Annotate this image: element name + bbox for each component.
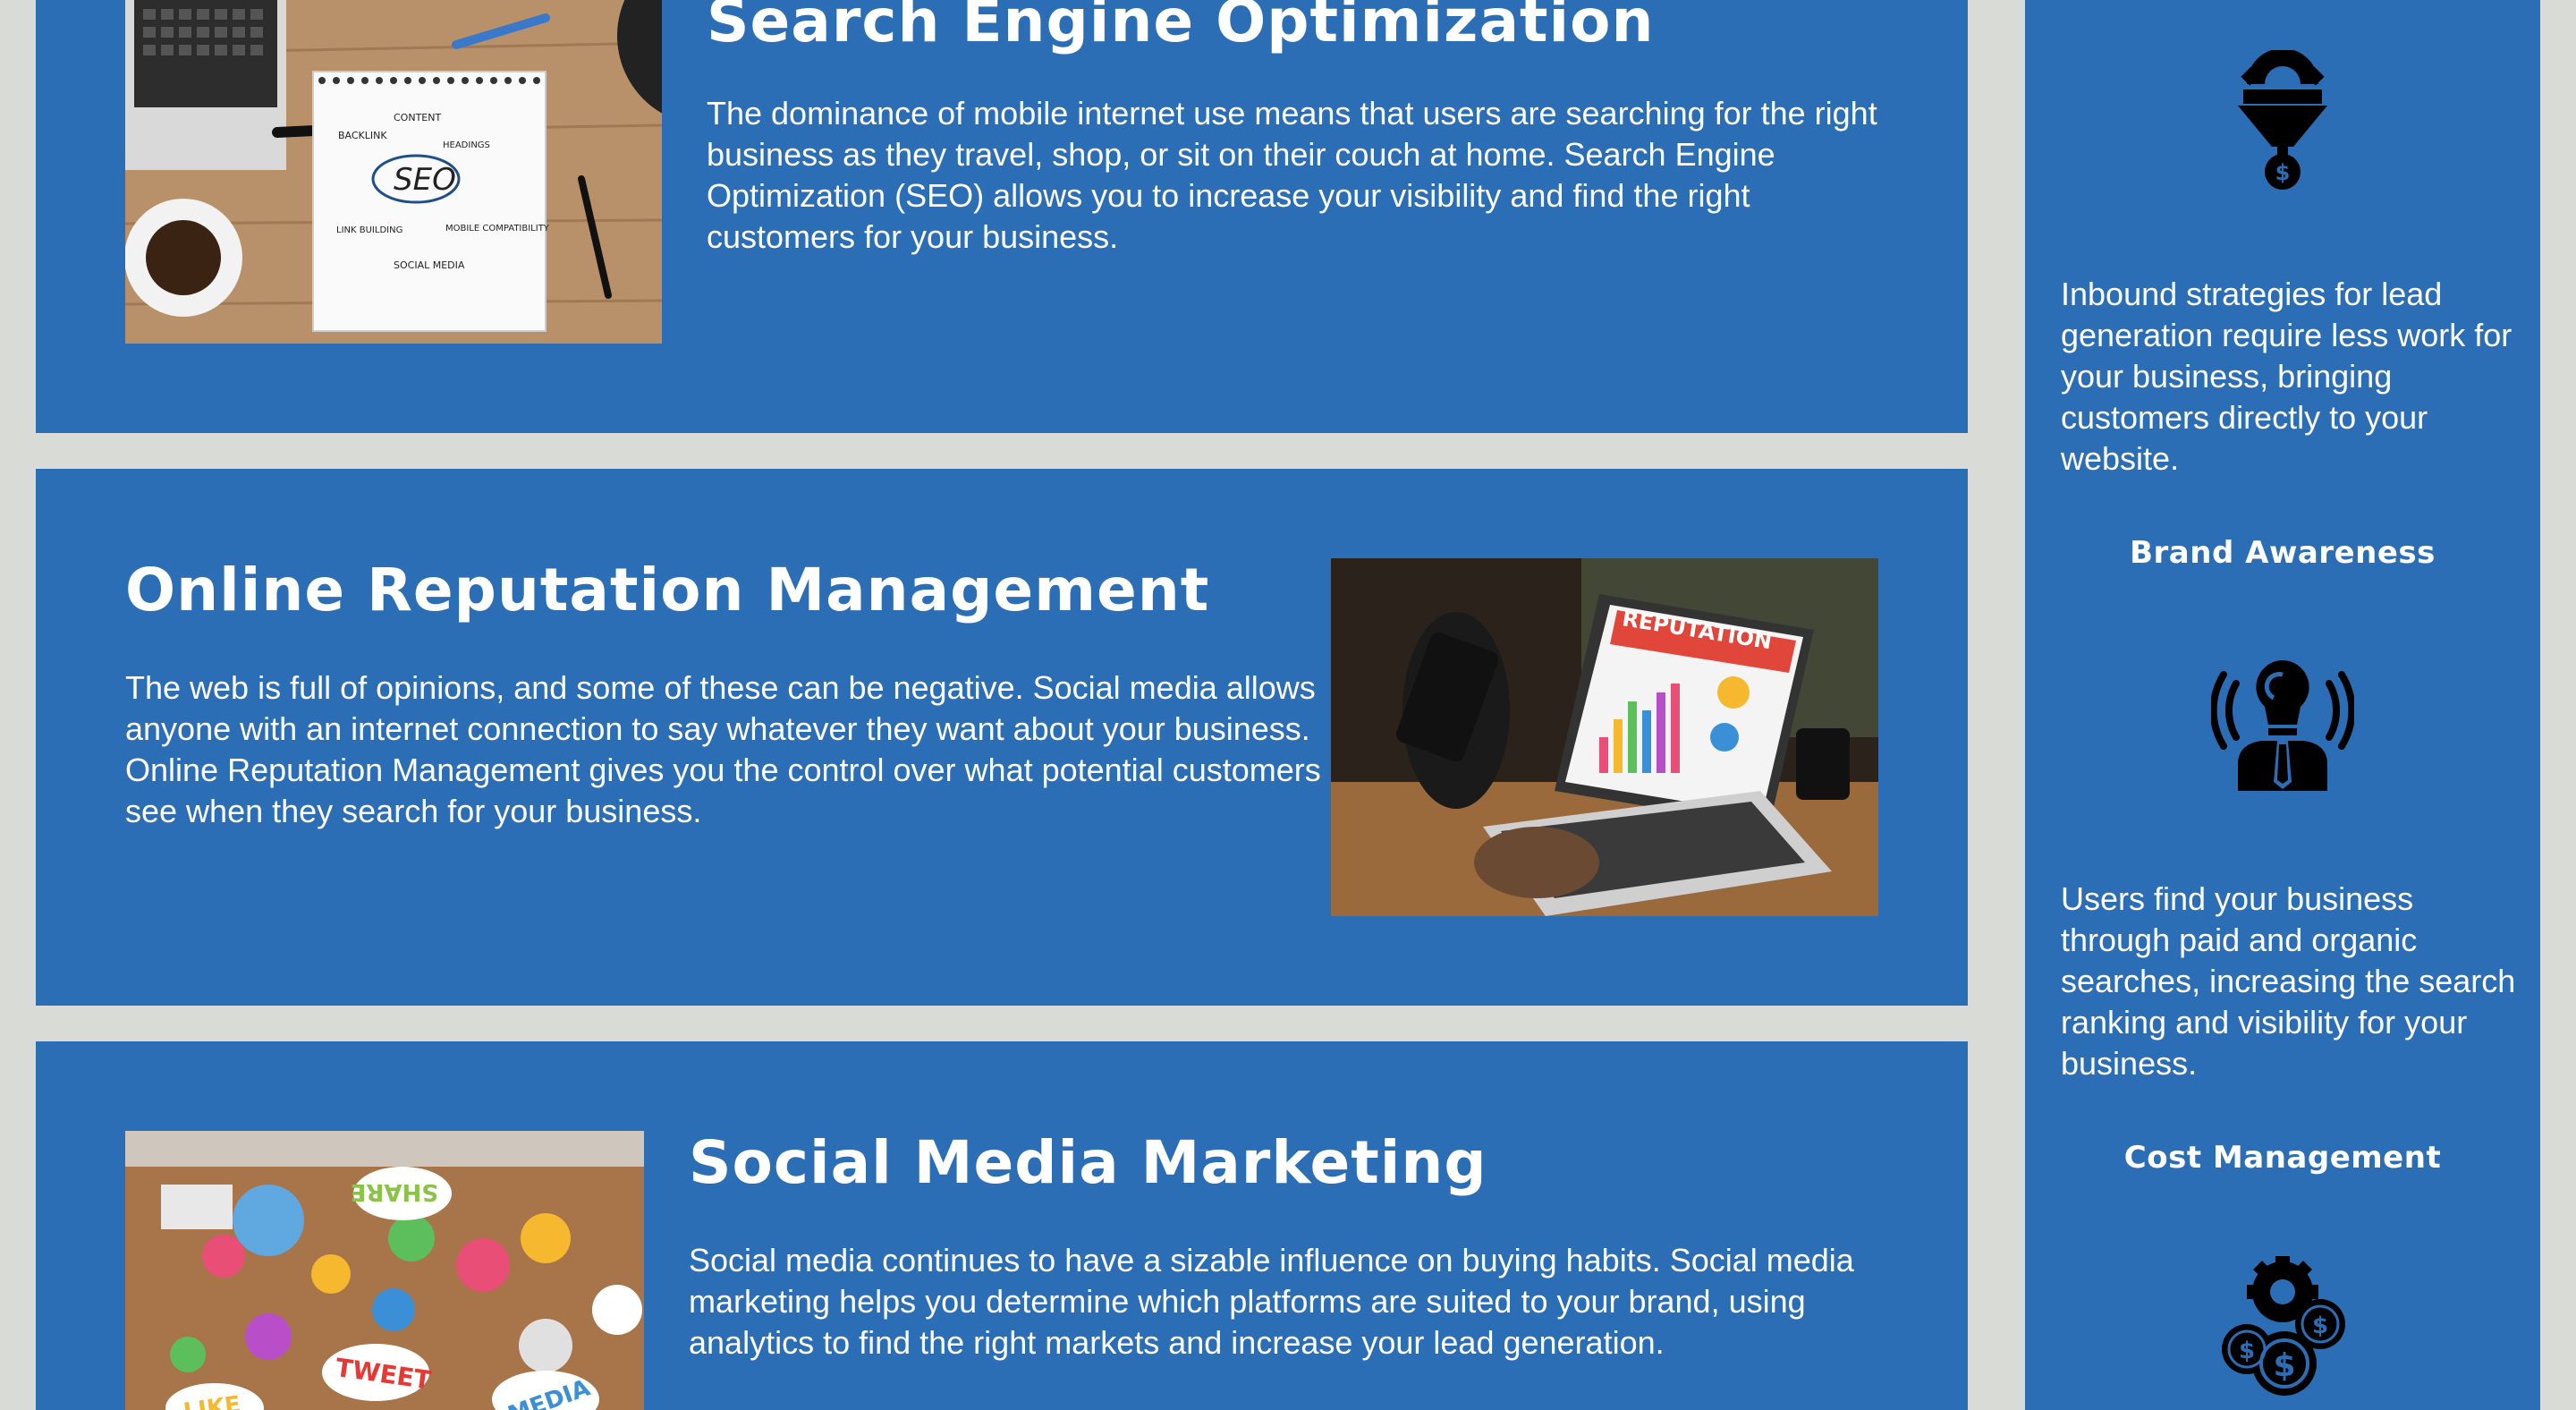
seo-photo: SEO CONTENT BACKLINK HEADINGS LINK BUILD… bbox=[125, 0, 662, 344]
svg-text:$: $ bbox=[2239, 1338, 2255, 1364]
seo-image-label-seo: SEO bbox=[394, 162, 456, 198]
brand-awareness-heading: Brand Awareness bbox=[2130, 535, 2436, 571]
benefits-sidebar: $ Inbound strategies for lead generation… bbox=[2025, 0, 2540, 1410]
orm-card: Online Reputation Management The web is … bbox=[36, 469, 1968, 1006]
gear-coins-icon: $ $ $ bbox=[2211, 1256, 2354, 1399]
lightbulb-person-icon bbox=[2209, 648, 2356, 791]
cost-management-heading: Cost Management bbox=[2123, 1140, 2442, 1176]
seo-image-label-mobile: MOBILE COMPATIBILITY bbox=[445, 224, 550, 234]
seo-image-label-headings: HEADINGS bbox=[443, 140, 490, 150]
seo-image-label-content: CONTENT bbox=[394, 112, 441, 123]
smm-card: SHARE TWEET LIKE MEDIA Social Media Mark… bbox=[36, 1041, 1968, 1410]
seo-image-label-link-building: LINK BUILDING bbox=[336, 225, 402, 235]
svg-text:$: $ bbox=[2275, 160, 2291, 185]
smm-photo: SHARE TWEET LIKE MEDIA bbox=[125, 1131, 644, 1410]
svg-text:$: $ bbox=[2273, 1347, 2295, 1384]
svg-text:$: $ bbox=[2312, 1312, 2328, 1339]
smm-description: Social media continues to have a sizable… bbox=[689, 1242, 1854, 1361]
seo-title: Search Engine Optimization bbox=[707, 0, 1655, 55]
seo-description: The dominance of mobile internet use mea… bbox=[707, 95, 1877, 255]
orm-title: Online Reputation Management bbox=[125, 556, 1210, 624]
smm-image-label-share: SHARE bbox=[351, 1178, 438, 1205]
funnel-gear-dollar-icon: $ bbox=[2211, 48, 2354, 193]
orm-description: The web is full of opinions, and some of… bbox=[125, 669, 1321, 829]
orm-photo: REPUTATION bbox=[1331, 558, 1878, 916]
smm-title: Social Media Marketing bbox=[689, 1128, 1487, 1197]
seo-card: SEO CONTENT BACKLINK HEADINGS LINK BUILD… bbox=[36, 0, 1968, 433]
seo-image-label-backlink: BACKLINK bbox=[338, 130, 387, 141]
brand-awareness-text: Users find your business through paid an… bbox=[2061, 880, 2516, 1082]
seo-image-label-social-media: SOCIAL MEDIA bbox=[394, 259, 465, 271]
lead-generation-text: Inbound strategies for lead generation r… bbox=[2061, 276, 2512, 477]
